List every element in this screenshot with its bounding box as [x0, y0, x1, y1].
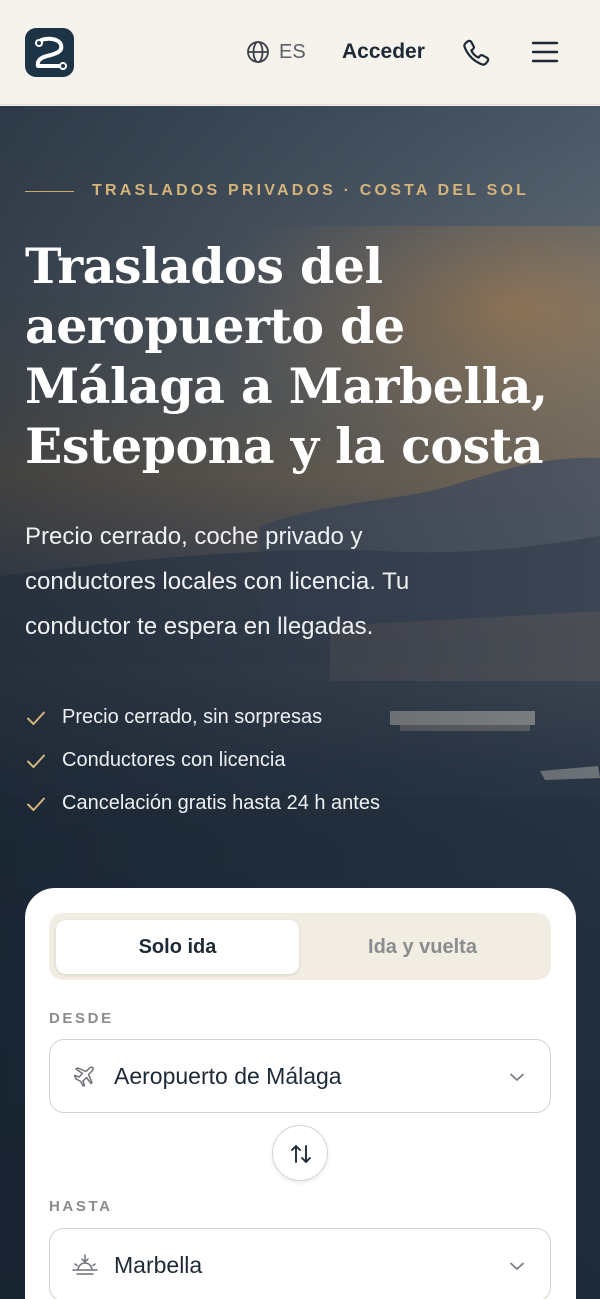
- trip-type-toggle: Solo ida Ida y vuelta: [49, 913, 551, 980]
- booking-card: Solo ida Ida y vuelta DESDE Aeropuerto d…: [25, 888, 576, 1299]
- hero-eyebrow: TRASLADOS PRIVADOS · COSTA DEL SOL: [25, 182, 529, 200]
- to-select[interactable]: Marbella: [49, 1228, 551, 1299]
- site-header: ES Acceder: [0, 0, 600, 105]
- feature-list: Precio cerrado, sin sorpresas Conductore…: [25, 696, 380, 825]
- to-value: Marbella: [114, 1252, 203, 1278]
- globe-icon: [247, 41, 269, 63]
- eyebrow-divider: [25, 190, 74, 192]
- from-label: DESDE: [49, 1010, 114, 1027]
- from-value: Aeropuerto de Málaga: [114, 1063, 342, 1089]
- swap-button[interactable]: [272, 1125, 328, 1181]
- sunset-icon: [72, 1254, 98, 1275]
- tab-round-trip[interactable]: Ida y vuelta: [301, 920, 544, 974]
- hero-section: TRASLADOS PRIVADOS · COSTA DEL SOL Trasl…: [0, 106, 600, 1299]
- hamburger-icon[interactable]: [531, 38, 559, 66]
- to-label: HASTA: [49, 1198, 113, 1215]
- from-select[interactable]: Aeropuerto de Málaga: [49, 1039, 551, 1113]
- subtitle-line: conductor te espera en llegadas.: [25, 613, 374, 640]
- swap-arrows-icon: [291, 1145, 311, 1163]
- title-line: Estepona y la costa: [25, 417, 544, 475]
- subtitle-line: Precio cerrado, coche privado y: [25, 523, 363, 550]
- feature-item: Precio cerrado, sin sorpresas: [25, 696, 380, 739]
- subtitle-line: conductores locales con licencia. Tu: [25, 568, 410, 595]
- login-link[interactable]: Acceder: [342, 38, 425, 66]
- chevron-down-icon: [510, 1262, 524, 1270]
- language-selector[interactable]: ES: [246, 38, 306, 66]
- tab-one-way[interactable]: Solo ida: [56, 920, 299, 974]
- page-title: Traslados del aeropuerto de Málaga a Mar…: [25, 236, 585, 476]
- check-icon: [27, 797, 45, 811]
- brand-logo-icon[interactable]: [25, 28, 74, 77]
- hero-subtitle: Precio cerrado, coche privado y conducto…: [25, 514, 505, 649]
- feature-label: Precio cerrado, sin sorpresas: [62, 706, 323, 728]
- check-icon: [27, 754, 45, 768]
- feature-item: Cancelación gratis hasta 24 h antes: [25, 782, 380, 825]
- feature-label: Conductores con licencia: [62, 749, 286, 771]
- title-line: aeropuerto de: [25, 297, 405, 355]
- plane-icon: [73, 1066, 94, 1087]
- title-line: Málaga a Marbella,: [25, 357, 548, 415]
- check-icon: [27, 711, 45, 725]
- chevron-down-icon: [510, 1073, 524, 1081]
- title-line: Traslados del: [25, 237, 383, 295]
- phone-icon[interactable]: [461, 37, 492, 68]
- feature-item: Conductores con licencia: [25, 739, 380, 782]
- eyebrow-text: TRASLADOS PRIVADOS · COSTA DEL SOL: [92, 182, 530, 199]
- feature-label: Cancelación gratis hasta 24 h antes: [62, 792, 380, 814]
- language-code: ES: [279, 40, 306, 63]
